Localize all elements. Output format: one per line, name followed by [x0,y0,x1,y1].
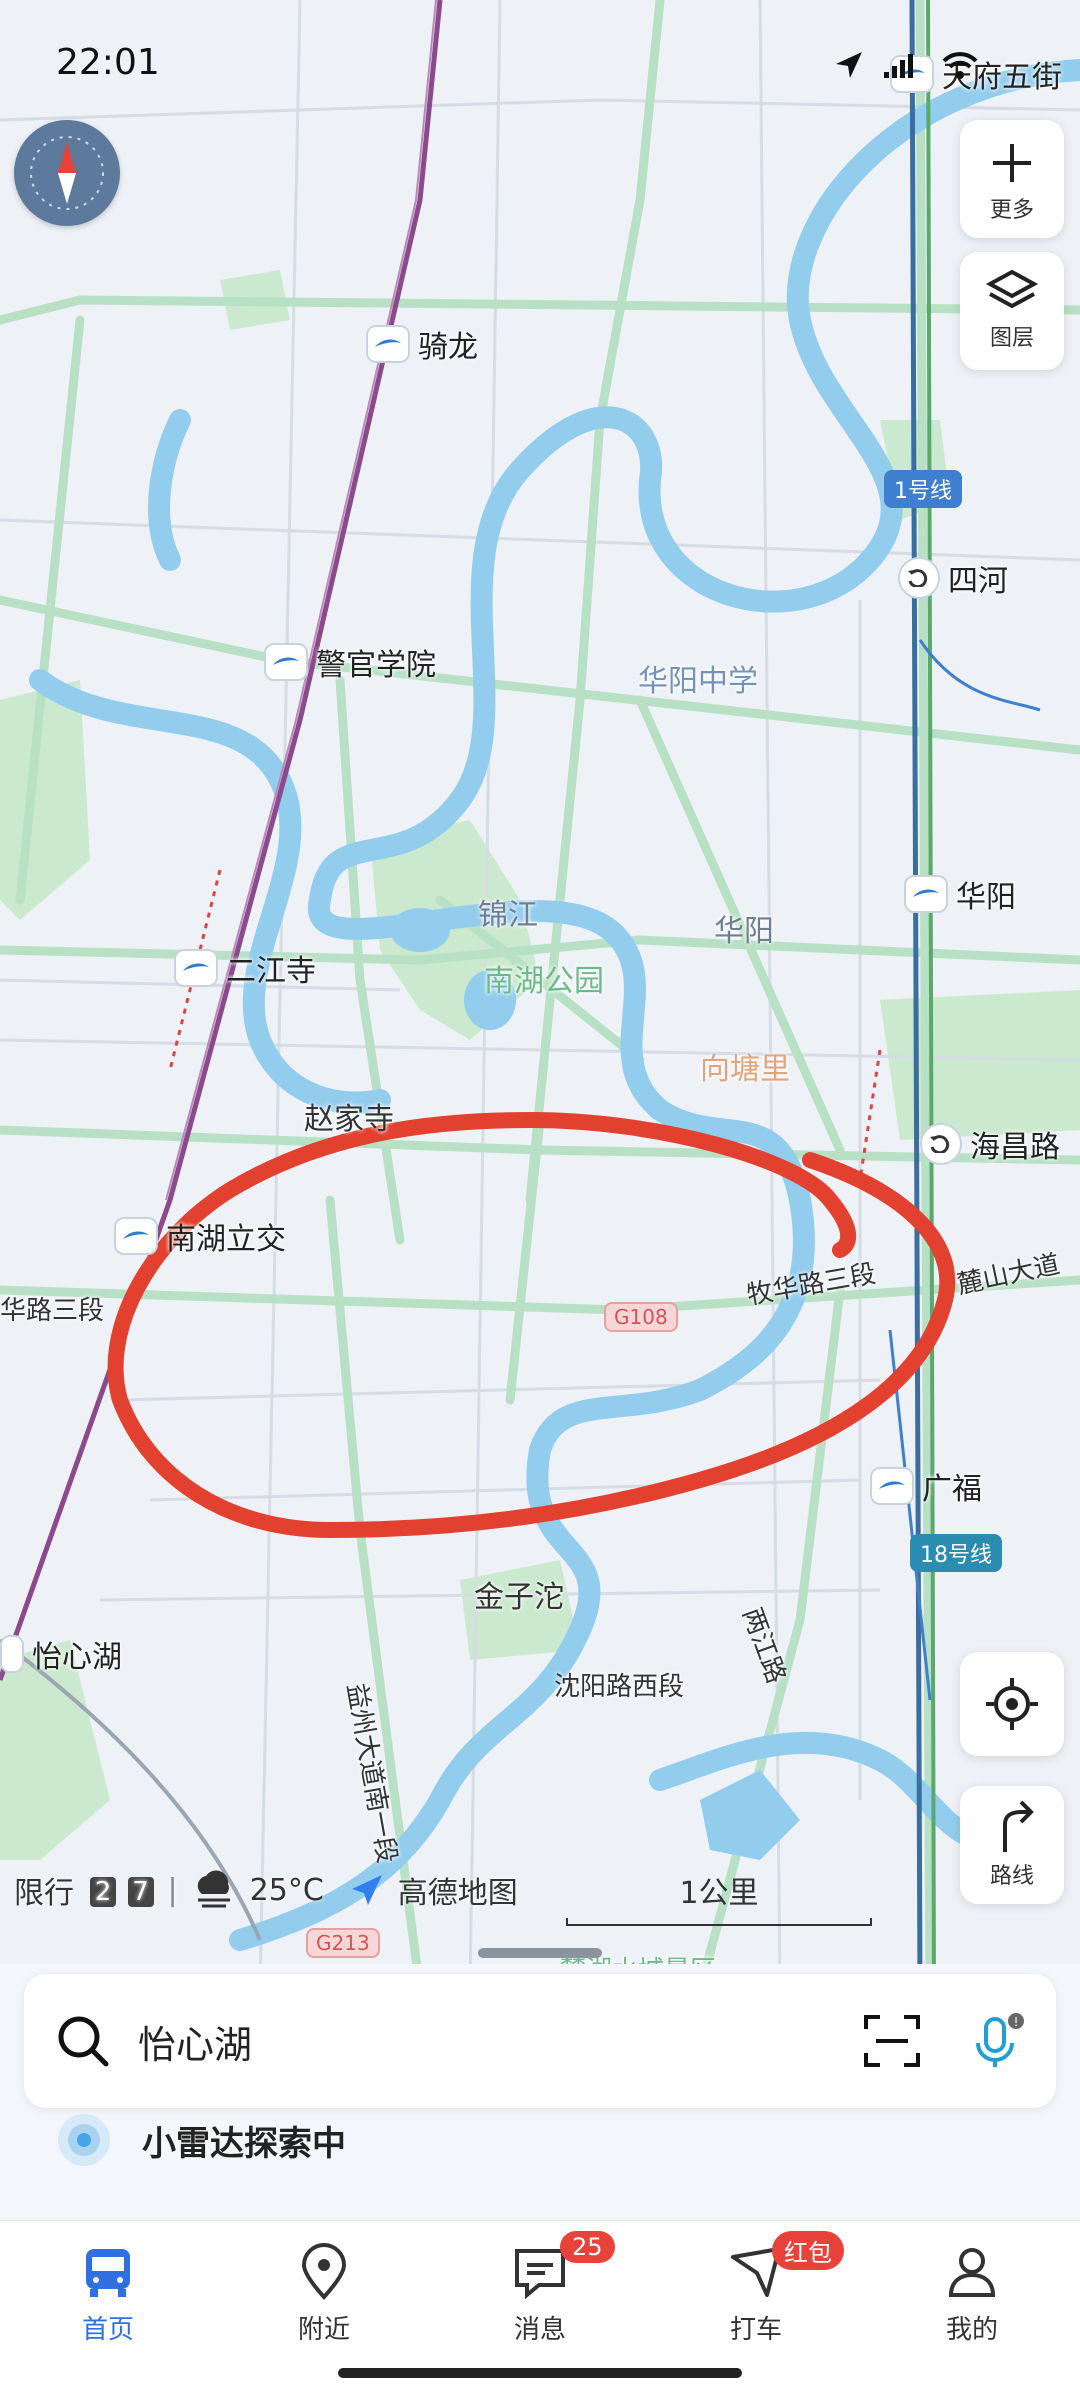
wifi-icon [942,52,978,79]
map-info-row: 限行 2 7 | 25°C 高德地图 [14,1868,518,1912]
station-jingguan[interactable]: 警官学院 [264,640,436,684]
layers-icon [985,269,1039,309]
compass-icon [30,136,104,210]
home-indicator [338,2368,742,2378]
temperature: 25°C [249,1872,324,1908]
cellular-signal-icon [884,54,913,78]
search-bar[interactable]: 怡心湖 ! [24,1974,1056,2108]
metro-icon [264,643,308,681]
metro-icon [366,325,410,363]
tab-label: 消息 [513,2315,566,2345]
brand-label: 高德地图 [397,1876,518,1911]
more-label: 更多 [989,198,1034,223]
status-time: 22:01 [56,42,160,83]
label-shenyang-road: 沈阳路西段 [554,1672,685,1702]
scale-line [566,1918,872,1926]
metro-icon [870,1467,914,1505]
radar-icon [58,2114,110,2166]
station-qilong[interactable]: 骑龙 [366,322,478,366]
plus-icon [993,144,1031,182]
label-zhaojiasi: 赵家寺 [304,1102,394,1137]
station-erjiangsi[interactable]: 二江寺 [174,946,316,990]
station-name: 四河 [948,564,1008,599]
route-button[interactable]: 路线 [960,1786,1064,1904]
interchange-icon [920,1123,962,1165]
tab-label: 首页 [81,2315,134,2345]
layers-button[interactable]: 图层 [960,252,1064,370]
station-haichang-road[interactable]: 海昌路 [920,1122,1060,1166]
restriction-label: 限行 [14,1876,74,1911]
search-input[interactable]: 怡心湖 [138,2014,860,2069]
map-view[interactable]: 1号线 18号线 G108 G213 华阳中学 锦江 华阳 南湖公园 向塘里 赵… [0,0,1080,1990]
tab-label: 我的 [945,2315,998,2345]
compass-button[interactable] [14,120,120,226]
sheet-drag-handle[interactable] [478,1948,602,1958]
label-jinzituo: 金子沱 [474,1580,564,1615]
locate-button[interactable] [960,1652,1064,1756]
voice-mic-icon[interactable]: ! [964,2009,1028,2073]
station-name: 海昌路 [970,1130,1060,1165]
radar-label: 小雷达探索中 [142,2123,346,2164]
station-guangfu[interactable]: 广福 [870,1464,982,1508]
station-name: 怡心湖 [32,1640,122,1675]
tab-label: 附近 [297,2315,350,2345]
bus-icon [86,2249,130,2297]
metro-line1-badge: 1号线 [884,470,962,508]
label-jinjiang: 锦江 [478,898,538,933]
layers-label: 图层 [989,326,1034,351]
metro-line18-badge: 18号线 [910,1534,1002,1572]
road-g213-badge: G213 [306,1928,380,1958]
label-huayang-school: 华阳中学 [638,664,758,699]
metro-icon [174,949,218,987]
tab-home[interactable]: 首页 [0,2221,216,2400]
tab-label: 打车 [729,2315,782,2345]
station-name: 警官学院 [316,648,436,683]
status-icons [832,48,980,82]
restriction-digit: 2 [90,1876,116,1907]
more-button[interactable]: 更多 [960,120,1064,238]
route-arrow-icon [1003,1800,1034,1852]
station-nanhu-lijiao[interactable]: 南湖立交 [114,1214,286,1258]
label-huayang-area: 华阳 [714,914,774,949]
weather-cloud-icon [197,1870,230,1908]
station-huayang[interactable]: 华阳 [904,872,1016,916]
scan-icon[interactable] [860,2009,924,2073]
interchange-icon [898,557,940,599]
metro-icon [0,1635,24,1673]
station-yixinhu[interactable]: 怡心湖 [0,1632,122,1676]
location-pin-icon [301,2243,347,2300]
amap-logo-icon [351,1875,382,1905]
station-name: 南湖立交 [166,1222,286,1257]
locate-crosshair-icon [986,1678,1038,1730]
tab-profile[interactable]: 我的 [864,2221,1080,2400]
scale-label: 1公里 [679,1876,759,1911]
red-packet-badge: 红包 [772,2231,844,2270]
route-label: 路线 [989,1864,1034,1889]
station-name: 骑龙 [418,330,478,365]
scale-bar: 1公里 [566,1868,872,1926]
restriction-digit: 7 [127,1876,154,1907]
label-muhua-road-left: 华路三段 [0,1296,105,1326]
restriction-digits: 2 7 [88,1873,154,1908]
station-sihe[interactable]: 四河 [898,556,1008,600]
station-name: 广福 [922,1472,982,1507]
metro-icon [114,1217,158,1255]
station-name: 二江寺 [226,954,316,989]
person-icon [948,2248,996,2297]
label-xiangtangli: 向塘里 [700,1052,790,1087]
metro-icon [904,875,948,913]
road-g108-badge: G108 [604,1302,678,1332]
separator: | [167,1872,178,1908]
message-count-badge: 25 [560,2231,615,2263]
location-arrow-icon [836,52,862,78]
radar-row[interactable]: 小雷达探索中 [56,2112,346,2168]
status-bar: 22:01 [0,0,1080,130]
search-icon [58,2016,109,2067]
station-name: 华阳 [956,880,1016,915]
svg-text:!: ! [1014,2015,1019,2029]
label-nanhu-park: 南湖公园 [484,964,604,999]
